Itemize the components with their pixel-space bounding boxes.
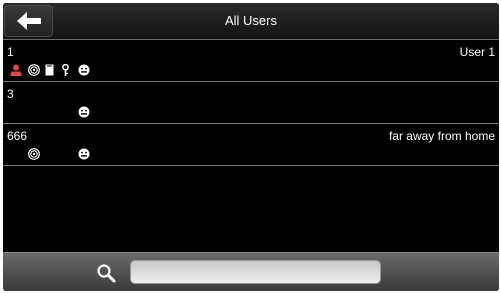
user-id: 1	[7, 45, 14, 59]
user-row[interactable]: 1 User 1	[3, 40, 499, 82]
face-icon	[78, 106, 90, 118]
fingerprint-icon	[28, 148, 40, 160]
title-bar: All Users	[3, 3, 499, 40]
user-id: 3	[7, 87, 14, 101]
user-name: far away from home	[388, 129, 495, 143]
user-row[interactable]: 3	[3, 82, 499, 124]
face-icon	[78, 148, 90, 160]
search-icon[interactable]	[96, 263, 116, 288]
user-name: User 1	[459, 45, 495, 59]
user-list: 1 User 1 3 666 far away from home	[3, 40, 499, 166]
password-key-icon	[61, 64, 70, 76]
user-icon	[10, 64, 22, 76]
search-input[interactable]	[130, 260, 381, 284]
page-title: All Users	[224, 13, 277, 28]
screen: All Users 1 User 1 3 666 far away from h…	[3, 3, 499, 291]
search-bar	[3, 252, 499, 291]
user-row[interactable]: 666 far away from home	[3, 124, 499, 166]
face-icon	[78, 64, 90, 76]
user-id: 666	[7, 129, 28, 143]
card-icon	[45, 64, 54, 76]
fingerprint-icon	[28, 64, 40, 76]
